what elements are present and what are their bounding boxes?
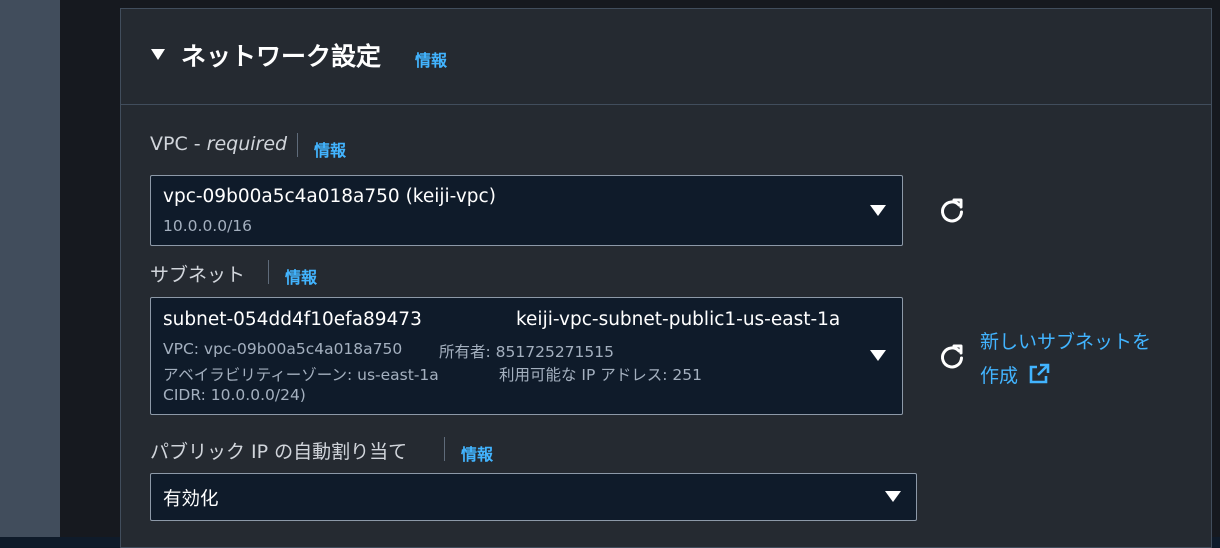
subnet-name: keiji-vpc-subnet-public1-us-east-1a <box>516 309 841 330</box>
caret-down-icon[interactable] <box>151 49 165 60</box>
public-ip-label: パブリック IP の自動割り当て <box>150 441 408 463</box>
create-subnet-link[interactable]: 新しいサブネットを <box>980 327 1151 354</box>
side-navigation-strip <box>0 0 60 537</box>
public-ip-select[interactable]: 有効化 <box>150 473 917 521</box>
external-link-icon <box>1029 363 1050 384</box>
subnet-vpc: VPC: vpc-09b00a5c4a018a750 <box>163 340 403 358</box>
subnet-id: subnet-054dd4f10efa89473 <box>163 309 422 330</box>
refresh-icon[interactable] <box>938 197 966 225</box>
network-settings-panel: ネットワーク設定 情報 VPC - required 情報 vpc-09b00a… <box>120 8 1212 548</box>
public-ip-info-link[interactable]: 情報 <box>461 441 493 465</box>
subnet-availability-zone: アベイラビリティーゾーン: us-east-1a <box>163 366 439 384</box>
public-ip-selected-value: 有効化 <box>163 489 219 510</box>
subnet-cidr: CIDR: 10.0.0.0/24) <box>163 386 306 404</box>
subnet-info-link[interactable]: 情報 <box>285 264 317 288</box>
subnet-available-ips: 利用可能な IP アドレス: 251 <box>499 366 703 384</box>
header-info-link[interactable]: 情報 <box>415 47 447 71</box>
vpc-label: VPC - required <box>150 133 288 155</box>
refresh-icon[interactable] <box>938 343 966 371</box>
divider <box>444 437 445 461</box>
chevron-down-icon <box>870 350 886 361</box>
subnet-label: サブネット <box>150 264 246 286</box>
subnet-owner: 所有者: 851725271515 <box>439 343 614 361</box>
vpc-selected-value: vpc-09b00a5c4a018a750 (keiji-vpc) <box>163 186 496 207</box>
divider <box>297 133 298 157</box>
vpc-info-link[interactable]: 情報 <box>314 137 346 161</box>
subnet-select[interactable]: subnet-054dd4f10efa89473 keiji-vpc-subne… <box>150 297 903 415</box>
chevron-down-icon <box>885 491 901 502</box>
create-subnet-link-cont[interactable]: 作成 <box>980 361 1050 388</box>
chevron-down-icon <box>870 205 886 216</box>
vpc-cidr: 10.0.0.0/16 <box>163 217 253 235</box>
divider <box>268 260 269 284</box>
vpc-select[interactable]: vpc-09b00a5c4a018a750 (keiji-vpc) 10.0.0… <box>150 175 903 246</box>
panel-header[interactable]: ネットワーク設定 情報 <box>121 9 1211 105</box>
panel-title: ネットワーク設定 <box>181 42 382 71</box>
